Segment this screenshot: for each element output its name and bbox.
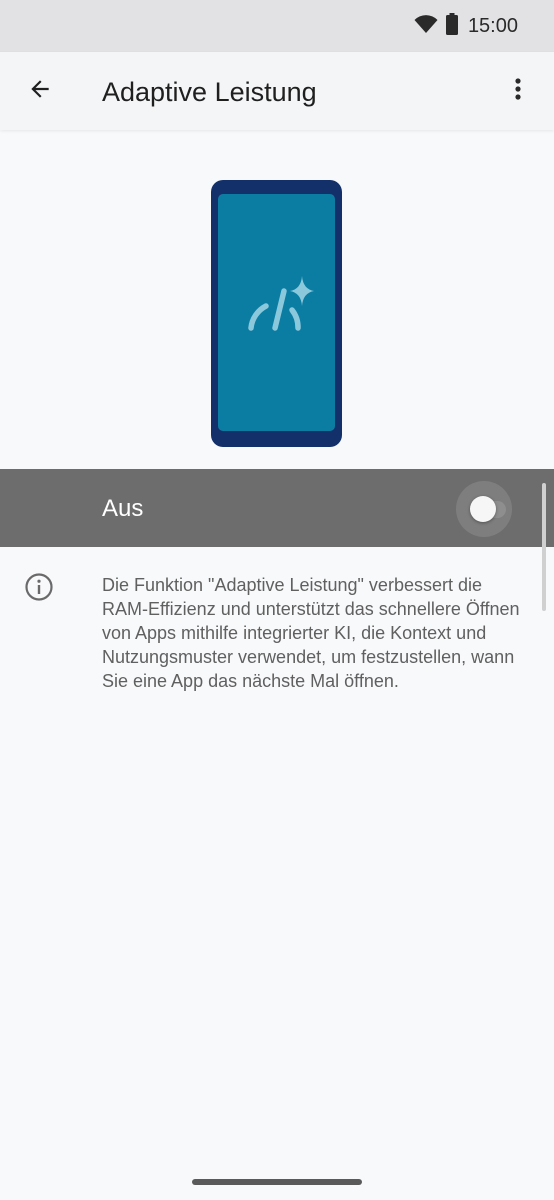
battery-icon	[445, 12, 458, 40]
status-icons: 15:00	[414, 0, 518, 52]
info-description: Die Funktion "Adaptive Leistung" verbess…	[102, 575, 520, 691]
arrow-left-icon	[27, 76, 53, 107]
adaptive-performance-switch[interactable]	[456, 481, 512, 537]
wifi-icon	[414, 14, 438, 39]
app-bar: Adaptive Leistung	[0, 52, 554, 130]
switch-thumb	[470, 496, 496, 522]
back-button[interactable]	[22, 73, 58, 109]
status-time: 15:00	[467, 14, 518, 37]
page-title: Adaptive Leistung	[102, 77, 317, 107]
toggle-label: Aus	[102, 495, 144, 522]
scrollbar[interactable]	[541, 483, 547, 611]
more-vert-icon	[514, 77, 522, 106]
gesture-navigation-handle[interactable]	[192, 1179, 362, 1185]
status-bar: 15:00	[0, 0, 554, 52]
more-options-button[interactable]	[500, 73, 536, 109]
scroll-thumb[interactable]	[542, 483, 546, 611]
adaptive-performance-toggle-row[interactable]: Aus	[0, 469, 554, 547]
phone-illustration	[208, 178, 346, 450]
info-icon	[24, 572, 54, 602]
